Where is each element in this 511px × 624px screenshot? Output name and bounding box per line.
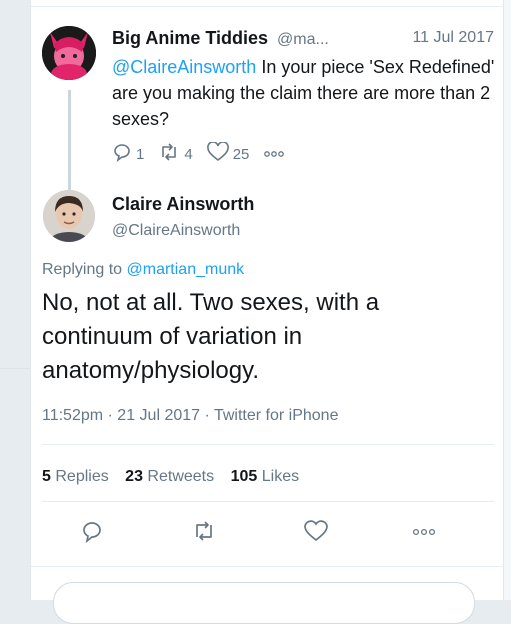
replies-count: 5 <box>42 468 51 485</box>
parent-tweet-header: Big Anime Tiddies @ma... 11 Jul 2017 <box>112 28 502 50</box>
replies-label: Replies <box>55 468 109 485</box>
replies-stat[interactable]: 5 Replies <box>42 468 109 485</box>
parent-author-name[interactable]: Big Anime Tiddies <box>112 28 268 48</box>
parent-like-button[interactable]: 25 <box>206 141 250 166</box>
replying-to-link[interactable]: @martian_munk <box>127 261 245 278</box>
parent-more-button[interactable] <box>263 146 289 163</box>
like-button[interactable] <box>301 518 331 548</box>
page-edge <box>504 0 511 600</box>
replying-to-label: Replying to <box>42 261 127 278</box>
like-icon <box>303 519 329 548</box>
reply-icon <box>80 519 104 548</box>
tweet-text: No, not at all. Two sexes, with a contin… <box>42 289 380 384</box>
divider <box>42 501 494 502</box>
reply-input[interactable] <box>53 582 475 624</box>
avatar[interactable] <box>43 190 95 242</box>
divider <box>42 444 494 445</box>
tweet-timestamp[interactable]: 11:52pm · 21 Jul 2017 · Twitter for iPho… <box>42 407 338 425</box>
parent-tweet-actions: 1 4 25 <box>112 141 303 166</box>
reply-button[interactable] <box>77 518 107 548</box>
more-icon <box>263 146 289 163</box>
retweets-stat[interactable]: 23 Retweets <box>125 468 214 485</box>
card-top-divider <box>31 6 505 7</box>
parent-reply-count: 1 <box>136 145 145 163</box>
more-icon <box>412 524 436 542</box>
retweets-label: Retweets <box>147 468 215 485</box>
author-name[interactable]: Claire Ainsworth <box>112 194 254 215</box>
avatar[interactable] <box>42 26 96 80</box>
parent-retweet-button[interactable]: 4 <box>158 142 193 166</box>
mention-link[interactable]: @ClaireAinsworth <box>112 57 256 77</box>
retweet-icon <box>158 142 184 166</box>
parent-author-handle[interactable]: @ma... <box>277 31 329 48</box>
background-divider <box>0 368 30 369</box>
like-icon <box>206 141 233 166</box>
likes-label: Likes <box>261 468 300 485</box>
author-handle[interactable]: @ClaireAinsworth <box>112 222 240 240</box>
retweets-count: 23 <box>125 468 143 485</box>
likes-stat[interactable]: 105 Likes <box>231 468 300 485</box>
retweet-icon <box>191 519 217 548</box>
tweet-actions <box>31 518 505 548</box>
more-button[interactable] <box>409 518 439 548</box>
parent-tweet[interactable]: Big Anime Tiddies @ma... 11 Jul 2017 @Cl… <box>31 18 505 190</box>
parent-retweet-count: 4 <box>184 145 193 163</box>
replying-to: Replying to @martian_munk <box>42 261 244 279</box>
retweet-button[interactable] <box>189 518 219 548</box>
parent-like-count: 25 <box>232 145 250 163</box>
parent-tweet-text: @ClaireAinsworth In your piece 'Sex Rede… <box>112 54 497 132</box>
divider <box>31 566 505 567</box>
thread-connector <box>68 90 71 190</box>
parent-tweet-date[interactable]: 11 Jul 2017 <box>412 29 494 47</box>
tweet-stats: 5 Replies 23 Retweets 105 Likes <box>42 468 311 486</box>
tweet-card: Big Anime Tiddies @ma... 11 Jul 2017 @Cl… <box>30 0 505 624</box>
parent-reply-button[interactable]: 1 <box>112 142 144 166</box>
likes-count: 105 <box>230 468 258 485</box>
reply-icon <box>112 142 136 166</box>
